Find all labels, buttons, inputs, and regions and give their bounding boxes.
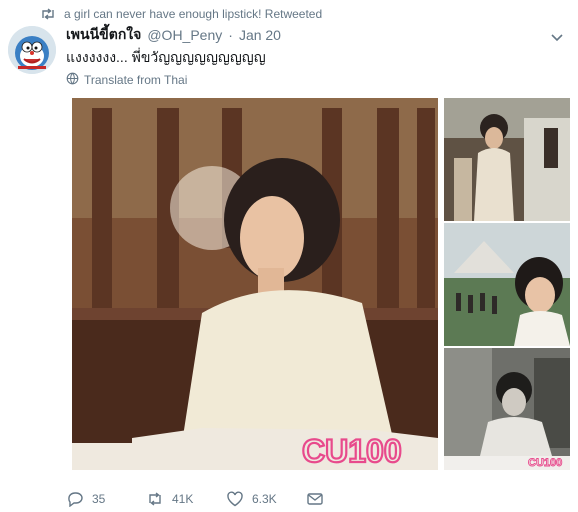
retweet-icon (146, 491, 164, 507)
retweet-context[interactable]: a girl can never have enough lipstick! R… (40, 6, 322, 22)
display-name[interactable]: เพนนีขี้ตกใจ (66, 24, 141, 46)
mail-icon (306, 491, 324, 507)
like-count: 6.3K (252, 492, 277, 506)
cu100-watermark: CU100 (302, 433, 402, 469)
retweet-icon (40, 7, 56, 21)
cu100-watermark-small: CU100 (528, 457, 562, 469)
thumbnail-photo-3[interactable]: CU100 (444, 348, 570, 470)
reply-button[interactable]: 35 (66, 491, 146, 507)
thumbnail-photo-2[interactable] (444, 223, 570, 346)
retweet-context-text: a girl can never have enough lipstick! R… (64, 7, 323, 21)
media-grid: CU100 CU100 (72, 98, 570, 470)
tweet-header: เพนนีขี้ตกใจ @OH_Peny · Jan 20 (66, 26, 564, 44)
main-photo[interactable]: CU100 (72, 98, 438, 470)
user-handle[interactable]: @OH_Peny (147, 27, 222, 43)
globe-icon (66, 72, 79, 88)
tweet-actions: 35 41K 6.3K (66, 488, 386, 510)
reply-count: 35 (92, 492, 106, 506)
avatar[interactable] (8, 26, 56, 74)
translate-label: Translate from Thai (84, 73, 188, 87)
chevron-down-icon[interactable] (550, 30, 564, 42)
direct-message-button[interactable] (306, 491, 386, 507)
tweet-date[interactable]: Jan 20 (239, 27, 281, 43)
tweet-text: แงงงงงง... พี่ขวัญญญญญญญญญ (66, 49, 266, 65)
retweet-button[interactable]: 41K (146, 491, 226, 507)
translate-link[interactable]: Translate from Thai (66, 72, 187, 88)
separator-dot: · (228, 27, 233, 43)
heart-icon (226, 491, 244, 507)
thumbnail-photo-1[interactable] (444, 98, 570, 221)
like-button[interactable]: 6.3K (226, 491, 306, 507)
reply-icon (66, 491, 84, 507)
retweet-count: 41K (172, 492, 194, 506)
